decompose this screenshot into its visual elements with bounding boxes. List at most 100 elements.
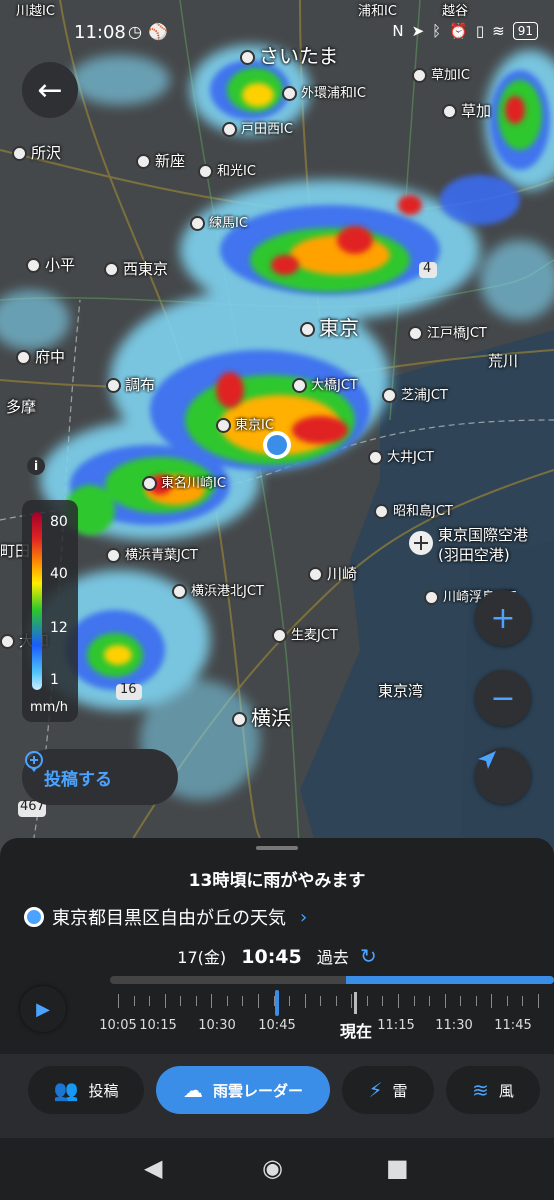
map-label: 東京IC <box>216 414 274 433</box>
timeline-tick <box>460 996 462 1006</box>
timeline-tick <box>444 994 446 1008</box>
map-label: 多摩 <box>6 398 37 416</box>
my-location-button[interactable] <box>475 748 531 804</box>
plus-icon: + <box>490 600 516 636</box>
map-label: 大井JCT <box>368 446 434 465</box>
map-label: 昭和島JCT <box>374 500 453 519</box>
people-icon: 👥 <box>53 1078 79 1102</box>
arrow-left-icon: ← <box>37 72 63 108</box>
timeline-tick <box>211 994 213 1008</box>
timeline-label: 10:05 <box>99 1018 137 1033</box>
location-link[interactable]: 東京都目黒区自由が丘の天気 › <box>24 904 307 930</box>
map-label: 練馬IC <box>190 212 248 231</box>
tab-lightning[interactable]: ⚡ 雷 <box>342 1066 434 1114</box>
timeline-tick <box>429 996 431 1006</box>
map-label: 生麦JCT <box>272 624 338 643</box>
timeline-label: 11:15 <box>377 1018 415 1033</box>
status-time: 11:08 <box>74 22 126 43</box>
nfc-icon: N <box>392 22 404 40</box>
legend-value: 80 <box>50 514 68 530</box>
post-report-label: 投稿する <box>44 769 112 790</box>
map-label: 東京湾 <box>378 682 424 700</box>
wifi-icon: ≋ <box>492 22 505 40</box>
navigation-arrow-icon <box>478 751 496 769</box>
map-label: 調布 <box>106 374 155 395</box>
play-button[interactable]: ▶ <box>20 986 66 1032</box>
zoom-in-button[interactable]: + <box>475 590 531 646</box>
map-label: 東京 <box>300 312 359 341</box>
map-label: 草加 <box>442 100 491 121</box>
nav-back-icon[interactable]: ◀ <box>144 1154 162 1182</box>
timeline-label: 11:30 <box>435 1018 473 1033</box>
wind-icon: ≋ <box>472 1078 489 1102</box>
map-label: 東名川崎IC <box>142 472 226 491</box>
timeline-track[interactable] <box>110 976 554 984</box>
rain-legend: 80 40 12 1 mm/h <box>22 500 78 722</box>
timeline-tick <box>351 994 353 1008</box>
back-button[interactable]: ← <box>22 62 78 118</box>
timeline-tick <box>366 996 368 1006</box>
legend-unit: mm/h <box>30 700 68 715</box>
lightning-icon: ⚡ <box>368 1078 383 1102</box>
location-name: 東京都目黒区自由が丘の天気 <box>52 908 286 929</box>
timeline-ticks[interactable] <box>118 990 539 1016</box>
vibrate-icon: ▯ <box>475 22 485 40</box>
tab-rain-radar[interactable]: ☁ 雨雲レーダー <box>156 1066 330 1114</box>
map-label: 横浜 <box>232 702 291 731</box>
tab-label: 雨雲レーダー <box>212 1081 303 1100</box>
status-system-icons: N ➤ ᛒ ⏰ ▯ ≋ 91 <box>392 22 538 40</box>
map-label: 戸田西IC <box>222 118 293 137</box>
post-location-icon <box>25 751 43 772</box>
map-label: 芝浦JCT <box>382 384 448 403</box>
timeline-now-marker <box>354 992 357 1014</box>
timeline-current-marker[interactable] <box>275 990 279 1016</box>
timeline-forecast-range <box>346 976 554 984</box>
info-icon[interactable]: i <box>27 457 45 475</box>
legend-gradient <box>32 512 42 690</box>
map-label: 所沢 <box>12 142 61 163</box>
tab-posts[interactable]: 👥 投稿 <box>28 1066 144 1114</box>
timeline-tick <box>242 996 244 1006</box>
map-label: 西東京 <box>104 258 168 279</box>
legend-value: 12 <box>50 620 68 636</box>
timeline-label: 現在 <box>339 1022 373 1041</box>
timeline-label: 10:45 <box>258 1018 296 1033</box>
alarm-icon: ⏰ <box>449 22 468 40</box>
status-notification-icons: ◷⚾ <box>128 22 174 41</box>
sheet-drag-handle[interactable] <box>256 846 298 850</box>
radar-map[interactable]: 川越IC 浦和IC 越谷 さいたま 外環浦和IC 草加IC 戸田西IC 草加 所… <box>0 0 554 860</box>
route-shield-label: 4 <box>423 261 432 276</box>
rain-forecast-headline: 13時頃に雨がやみます <box>188 871 366 891</box>
zoom-out-button[interactable]: − <box>475 670 531 726</box>
mode-tab-bar: 👥 投稿 ☁ 雨雲レーダー ⚡ 雷 ≋ 風 <box>0 1054 554 1138</box>
refresh-icon[interactable]: ↻ <box>360 944 377 968</box>
map-label: (羽田空港) <box>438 546 510 564</box>
timeline-tick <box>413 996 415 1006</box>
timeline-tick <box>398 994 399 1008</box>
nav-recents-icon[interactable]: ■ <box>386 1154 409 1182</box>
status-bar: 11:08 ◷⚾ N ➤ ᛒ ⏰ ▯ ≋ 91 <box>0 0 554 62</box>
map-label: 新座 <box>136 150 185 171</box>
map-label: 外環浦和IC <box>282 82 366 101</box>
map-label: 川崎 <box>308 563 357 584</box>
radar-clock: 10:45 <box>241 946 302 968</box>
tab-wind[interactable]: ≋ 風 <box>446 1066 540 1114</box>
map-label: 府中 <box>16 346 65 367</box>
route-shield-label: 16 <box>120 682 137 697</box>
minus-icon: − <box>490 680 516 716</box>
radar-date: 17(金) <box>177 948 227 967</box>
timeline-tick <box>304 994 306 1008</box>
play-icon: ▶ <box>36 998 50 1020</box>
map-label: 和光IC <box>198 160 256 179</box>
post-report-button[interactable]: 投稿する <box>22 749 178 805</box>
timeline-tick <box>195 996 197 1006</box>
timeline-tick <box>475 996 477 1006</box>
timeline-tick <box>491 994 493 1008</box>
timeline-tick <box>382 996 384 1006</box>
timeline-label: 10:15 <box>139 1018 177 1033</box>
nav-home-icon[interactable]: ◉ <box>262 1154 283 1182</box>
bottom-sheet[interactable]: 13時頃に雨がやみます 東京都目黒区自由が丘の天気 › 17(金) 10:45 … <box>0 838 554 1200</box>
map-label: 横浜港北JCT <box>172 580 264 599</box>
timeline-tick <box>289 996 291 1006</box>
map-label: 草加IC <box>412 64 470 83</box>
